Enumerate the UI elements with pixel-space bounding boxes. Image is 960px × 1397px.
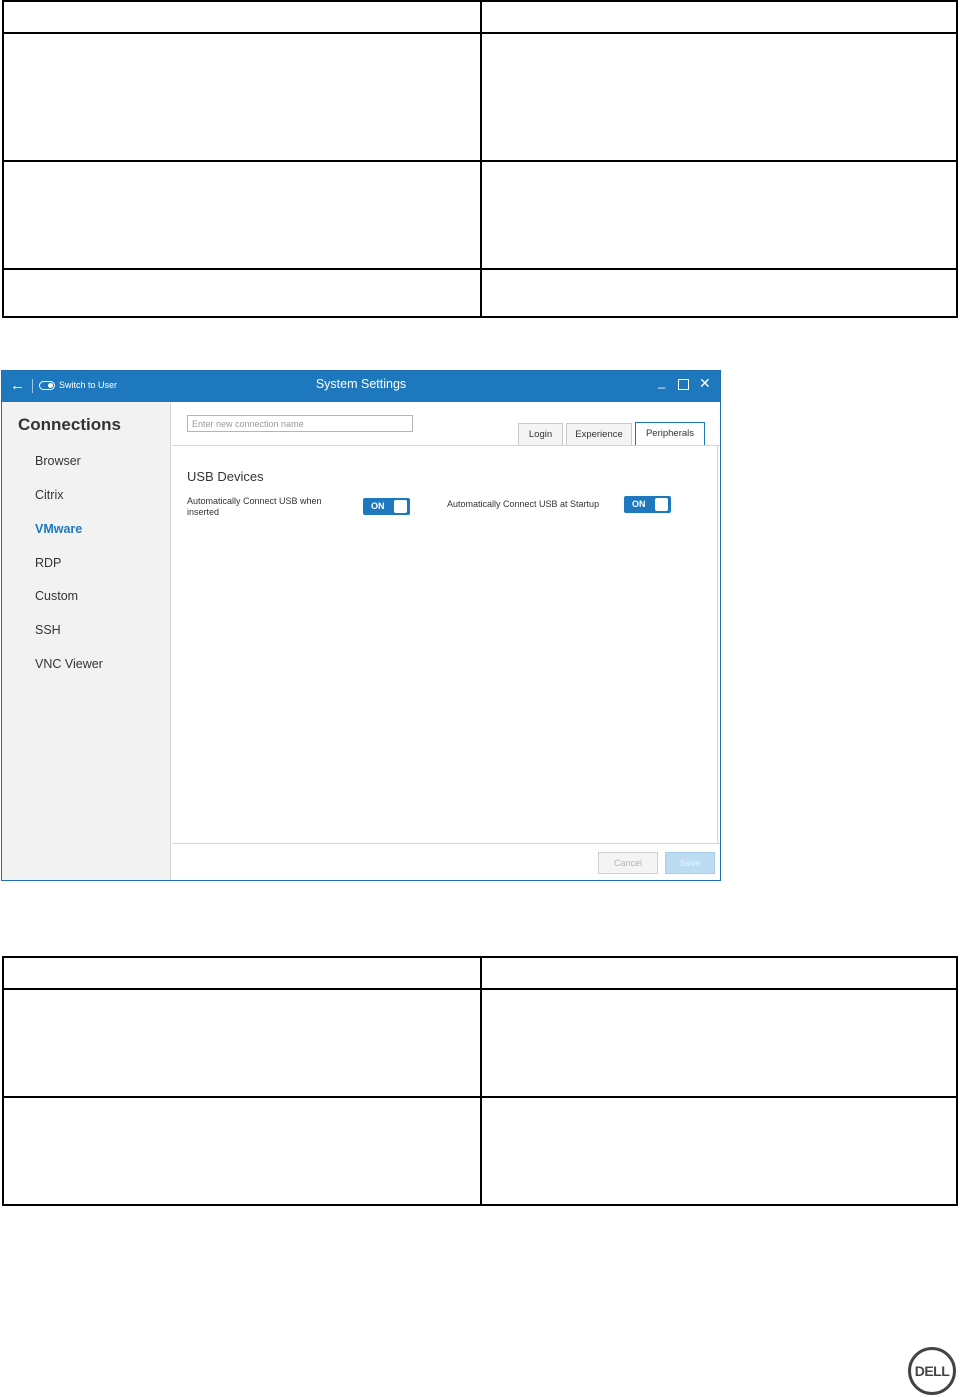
dell-logo: DELL — [908, 1347, 956, 1395]
document-table-top — [2, 0, 958, 318]
save-button[interactable]: Save — [665, 852, 715, 874]
table-cell — [480, 160, 958, 270]
tab-login[interactable]: Login — [518, 423, 563, 445]
toggle-state: ON — [632, 499, 646, 509]
sidebar-item-vnc-viewer[interactable]: VNC Viewer — [35, 657, 103, 671]
table-cell — [2, 268, 482, 318]
sidebar-item-custom[interactable]: Custom — [35, 589, 78, 603]
table-cell — [2, 0, 482, 34]
cancel-button[interactable]: Cancel — [598, 852, 658, 874]
usb-inserted-toggle[interactable]: ON — [363, 498, 410, 515]
table-cell — [480, 988, 958, 1098]
table-cell — [2, 1096, 482, 1206]
sidebar-item-citrix[interactable]: Citrix — [35, 488, 63, 502]
sidebar-heading: Connections — [18, 415, 121, 434]
tab-experience[interactable]: Experience — [566, 423, 632, 445]
minimize-icon[interactable]: _ — [658, 374, 665, 390]
document-table-bottom — [2, 956, 958, 1206]
logo-text: DELL — [914, 1363, 950, 1379]
toggle-state: ON — [371, 501, 385, 511]
usb-inserted-label: Automatically Connect USB when inserted — [187, 496, 322, 517]
window-title: System Settings — [315, 377, 407, 391]
table-cell — [480, 32, 958, 162]
sidebar-item-browser[interactable]: Browser — [35, 454, 81, 468]
sidebar-item-vmware[interactable]: VMware — [35, 522, 82, 536]
usb-startup-label: Automatically Connect USB at Startup — [447, 499, 600, 509]
toggle-knob — [394, 500, 407, 513]
connection-name-input[interactable] — [187, 415, 413, 432]
toggle-knob — [655, 498, 668, 511]
table-cell — [480, 268, 958, 318]
sidebar-item-ssh[interactable]: SSH — [35, 623, 61, 637]
sidebar-item-rdp[interactable]: RDP — [35, 556, 61, 570]
close-icon[interactable]: ✕ — [699, 375, 711, 391]
footer-divider — [172, 843, 720, 844]
sidebar: Connections Browser Citrix VMware RDP Cu… — [2, 402, 171, 880]
table-cell — [480, 1096, 958, 1206]
table-cell — [2, 160, 482, 270]
tab-peripherals[interactable]: Peripherals — [635, 422, 705, 446]
table-cell — [2, 956, 482, 990]
table-cell — [480, 956, 958, 990]
system-settings-window: ← Switch to User System Settings _ ✕ Con… — [1, 370, 721, 881]
maximize-icon[interactable] — [678, 379, 689, 390]
title-bar: ← Switch to User System Settings _ ✕ — [2, 371, 720, 402]
table-cell — [2, 32, 482, 162]
section-title: USB Devices — [187, 469, 264, 484]
table-cell — [2, 988, 482, 1098]
usb-startup-toggle[interactable]: ON — [624, 496, 671, 513]
table-cell — [480, 0, 958, 34]
